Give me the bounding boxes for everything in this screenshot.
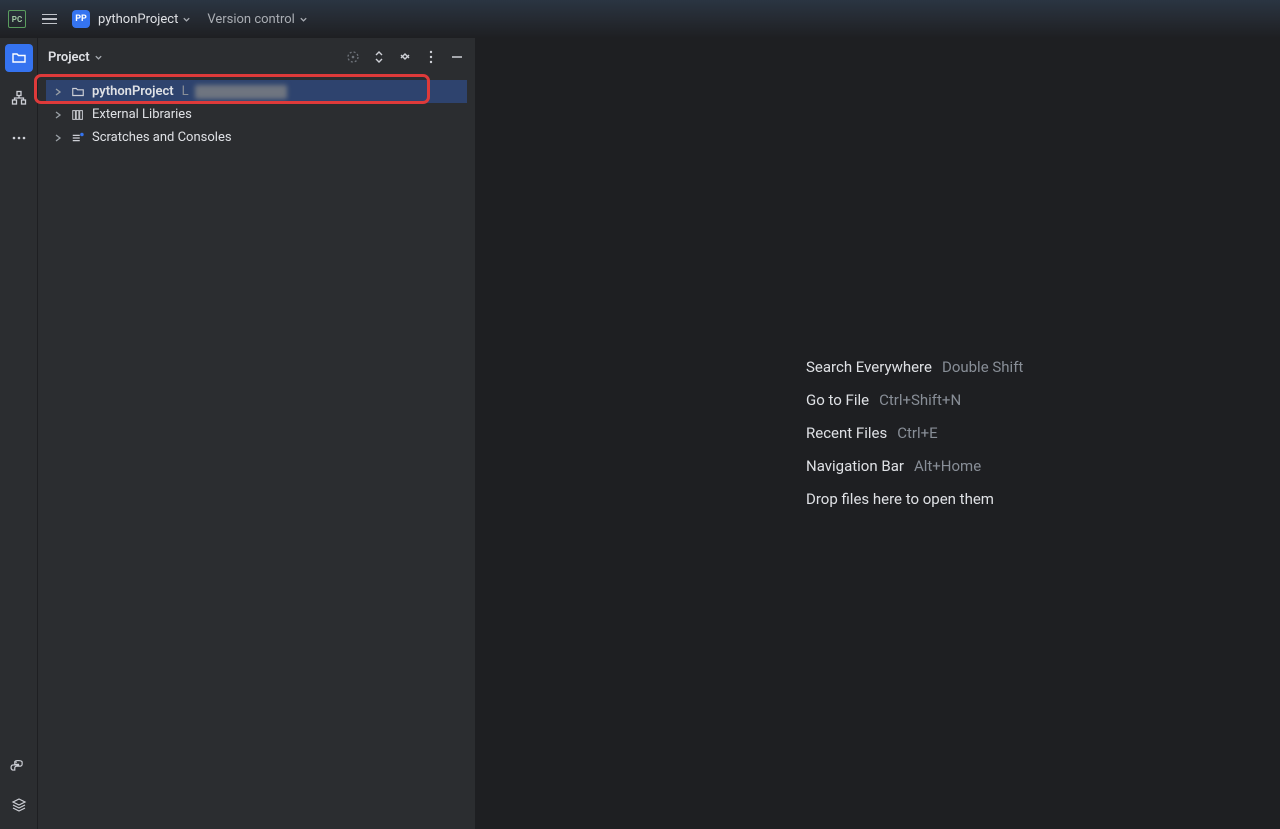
scratches-icon — [70, 131, 86, 145]
tree-node-scratches[interactable]: Scratches and Consoles — [46, 126, 467, 149]
tree-node-external-libraries[interactable]: External Libraries — [46, 103, 467, 126]
main-menu-button[interactable] — [38, 8, 60, 30]
folder-icon — [70, 85, 86, 99]
select-opened-file-button[interactable] — [345, 49, 361, 65]
chevron-down-icon — [182, 15, 191, 24]
expand-collapse-button[interactable] — [371, 49, 387, 65]
tree-node-project-root[interactable]: pythonProject L — [46, 80, 467, 103]
hide-panel-button[interactable] — [449, 49, 465, 65]
hint-label: Drop files here to open them — [806, 490, 994, 508]
tree-node-label: External Libraries — [92, 107, 192, 122]
redacted-path — [195, 85, 287, 99]
chevron-right-icon — [52, 88, 64, 96]
hint-search-everywhere[interactable]: Search Everywhere Double Shift — [806, 358, 1023, 376]
vcs-dropdown[interactable]: Version control — [207, 12, 308, 27]
hint-recent-files[interactable]: Recent Files Ctrl+E — [806, 424, 1023, 442]
project-badge: PP — [72, 10, 90, 28]
vcs-label: Version control — [207, 12, 295, 27]
tree-node-path-prefix: L — [182, 84, 189, 99]
chevron-down-icon — [299, 15, 308, 24]
hint-shortcut: Ctrl+Shift+N — [879, 391, 961, 409]
project-view-selector[interactable]: Project — [48, 50, 103, 65]
python-console-button[interactable] — [5, 753, 33, 781]
hint-label: Recent Files — [806, 424, 887, 442]
left-toolbar — [0, 38, 38, 829]
hint-shortcut: Ctrl+E — [897, 424, 937, 442]
structure-tool-button[interactable] — [5, 84, 33, 112]
editor-empty-area[interactable]: Search Everywhere Double Shift Go to Fil… — [476, 38, 1280, 829]
project-dropdown[interactable]: pythonProject — [98, 12, 191, 27]
tree-node-label: Scratches and Consoles — [92, 130, 232, 145]
project-tool-button[interactable] — [5, 44, 33, 72]
hint-shortcut: Alt+Home — [914, 457, 981, 475]
collapse-all-button[interactable] — [397, 49, 413, 65]
project-panel: Project — [38, 38, 476, 829]
services-button[interactable] — [5, 791, 33, 819]
hint-shortcut: Double Shift — [942, 358, 1023, 376]
hint-label: Search Everywhere — [806, 358, 932, 376]
project-panel-header: Project — [38, 38, 475, 76]
hint-drop-files: Drop files here to open them — [806, 490, 1023, 508]
app-icon: PC — [8, 10, 26, 28]
panel-options-button[interactable] — [423, 49, 439, 65]
hint-label: Go to File — [806, 391, 869, 409]
hint-navigation-bar[interactable]: Navigation Bar Alt+Home — [806, 457, 1023, 475]
chevron-down-icon — [94, 53, 103, 62]
titlebar: PC PP pythonProject Version control — [0, 0, 1280, 38]
editor-hints: Search Everywhere Double Shift Go to Fil… — [806, 358, 1023, 523]
panel-title-text: Project — [48, 50, 90, 65]
chevron-right-icon — [52, 134, 64, 142]
chevron-right-icon — [52, 111, 64, 119]
more-tool-button[interactable] — [5, 124, 33, 152]
library-icon — [70, 108, 86, 122]
tree-node-name: pythonProject — [92, 84, 174, 99]
project-name: pythonProject — [98, 12, 178, 27]
hint-label: Navigation Bar — [806, 457, 904, 475]
project-tree: pythonProject L External Libraries — [38, 76, 475, 153]
hint-go-to-file[interactable]: Go to File Ctrl+Shift+N — [806, 391, 1023, 409]
